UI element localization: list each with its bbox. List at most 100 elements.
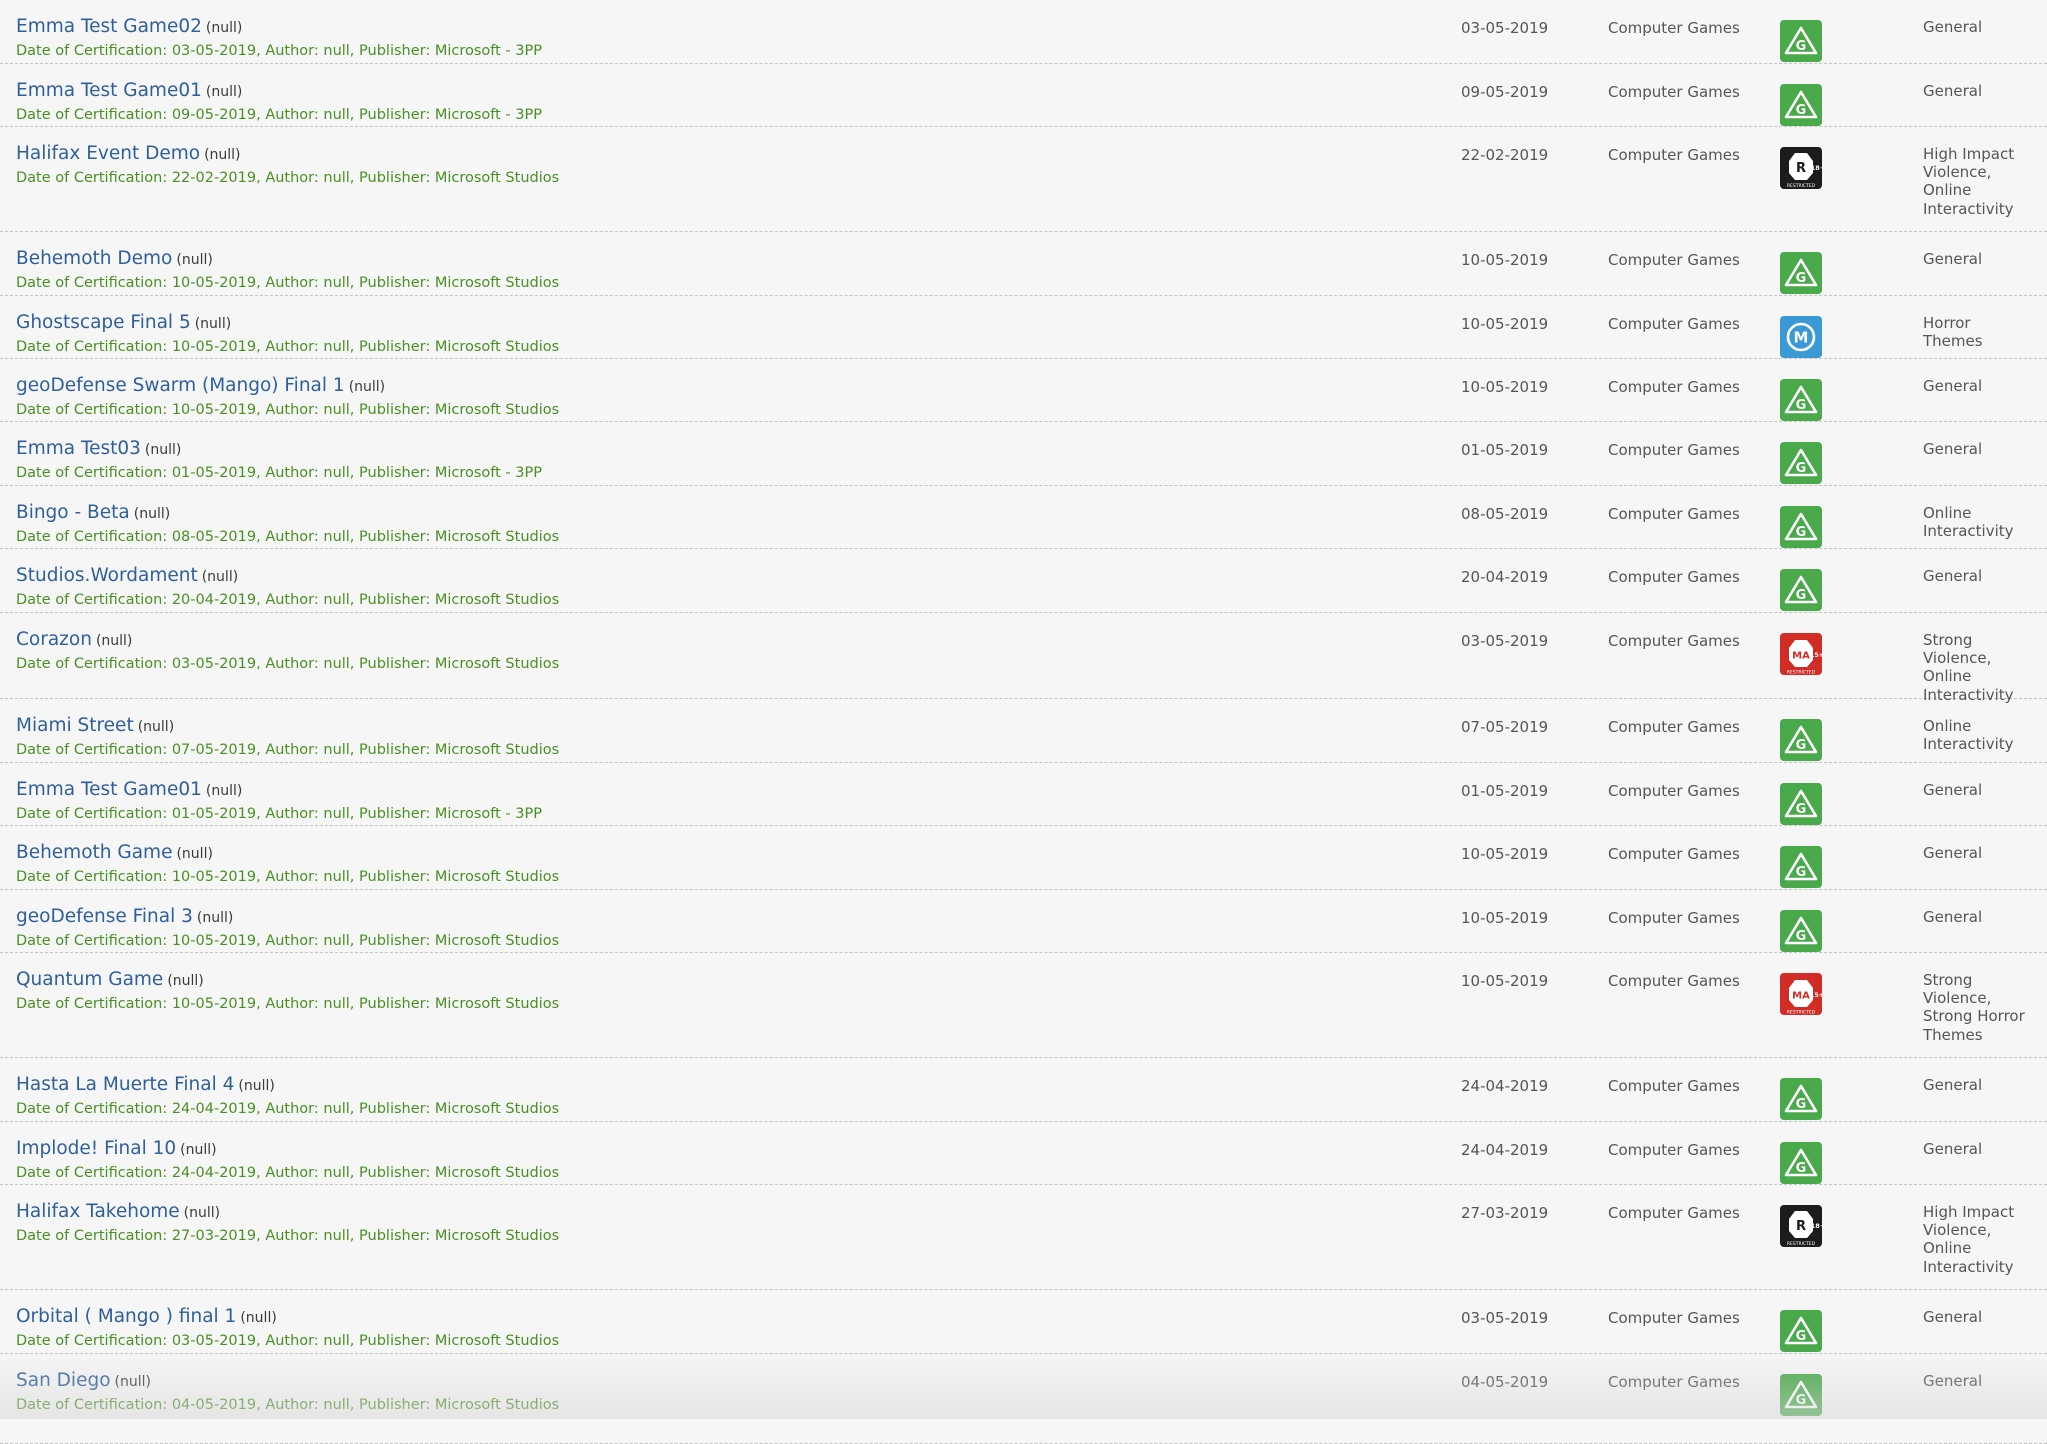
- game-title-link[interactable]: Emma Test Game01: [16, 80, 202, 101]
- certification-date: 10-05-2019: [1461, 250, 1548, 270]
- category: Computer Games: [1608, 567, 1740, 587]
- table-row: Behemoth Game(null)Date of Certification…: [0, 826, 2047, 890]
- svg-text:G: G: [1796, 802, 1807, 817]
- certification-details: Date of Certification: 22-02-2019, Autho…: [16, 168, 559, 188]
- category: Computer Games: [1608, 18, 1740, 38]
- table-row: San Diego(null)Date of Certification: 04…: [0, 1354, 2047, 1444]
- game-title-suffix: (null): [138, 719, 174, 735]
- game-title-link[interactable]: geoDefense Swarm (Mango) Final 1: [16, 375, 345, 396]
- svg-text:G: G: [1796, 738, 1807, 753]
- consumer-advice: General: [1923, 18, 2033, 36]
- certification-date: 27-03-2019: [1461, 1203, 1548, 1223]
- table-row: Corazon(null) Date of Certification: 03-0…: [0, 613, 2047, 699]
- game-title-link[interactable]: Emma Test03: [16, 438, 141, 459]
- category: Computer Games: [1608, 1140, 1740, 1160]
- svg-text:R: R: [1796, 1219, 1806, 1234]
- game-title-link[interactable]: Behemoth Game: [16, 842, 172, 863]
- table-row: Bingo - Beta(null)Date of Certification:…: [0, 486, 2047, 549]
- certification-details: Date of Certification: 24-04-2019, Autho…: [16, 1099, 559, 1119]
- consumer-advice: General: [1923, 1372, 2033, 1390]
- certification-date: 03-05-2019: [1461, 631, 1548, 651]
- game-title-link[interactable]: Behemoth Demo: [16, 248, 172, 269]
- game-title-suffix: (null): [96, 633, 132, 649]
- certification-details: Date of Certification: 03-05-2019, Autho…: [16, 654, 559, 674]
- certification-date: 22-02-2019: [1461, 145, 1548, 165]
- category: Computer Games: [1608, 440, 1740, 460]
- game-title-suffix: (null): [197, 910, 233, 926]
- certification-details: Date of Certification: 07-05-2019, Autho…: [16, 740, 559, 760]
- game-title-link[interactable]: Emma Test Game02: [16, 16, 202, 37]
- table-row: Orbital ( Mango ) final 1(null)Date of C…: [0, 1290, 2047, 1354]
- game-title-link[interactable]: Ghostscape Final 5: [16, 312, 191, 333]
- rating-g-icon: G: [1780, 1142, 1822, 1184]
- game-title-link[interactable]: Orbital ( Mango ) final 1: [16, 1306, 236, 1327]
- game-title-link[interactable]: Implode! Final 10: [16, 1138, 176, 1159]
- game-title-suffix: (null): [176, 846, 212, 862]
- svg-text:G: G: [1796, 398, 1807, 413]
- certification-details: Date of Certification: 20-04-2019, Autho…: [16, 590, 559, 610]
- category: Computer Games: [1608, 1372, 1740, 1392]
- game-title-link[interactable]: geoDefense Final 3: [16, 906, 193, 927]
- svg-text:G: G: [1796, 39, 1807, 54]
- game-title-line: Miami Street(null): [16, 715, 174, 738]
- game-title-line: Halifax Event Demo(null): [16, 143, 241, 166]
- classification-results-list: Emma Test Game02 (null) Date of Certificat…: [0, 0, 2047, 1444]
- game-title-link[interactable]: Miami Street: [16, 715, 134, 736]
- game-title-link[interactable]: Halifax Event Demo: [16, 143, 200, 164]
- game-title-suffix: (null): [204, 147, 240, 163]
- table-row: Studios.Wordament(null)Date of Certifica…: [0, 549, 2047, 613]
- game-title-line: San Diego(null): [16, 1370, 151, 1393]
- game-title-suffix: (null): [206, 783, 242, 799]
- rating-g-icon: G: [1780, 910, 1822, 952]
- game-title-line: Ghostscape Final 5(null): [16, 312, 231, 335]
- certification-details: Date of Certification: 01-05-2019, Autho…: [16, 804, 542, 824]
- category: Computer Games: [1608, 504, 1740, 524]
- game-title-link[interactable]: Emma Test Game01: [16, 779, 202, 800]
- game-title-link[interactable]: Hasta La Muerte Final 4: [16, 1074, 234, 1095]
- consumer-advice: General: [1923, 1076, 2033, 1094]
- svg-text:G: G: [1796, 103, 1807, 118]
- certification-date: 24-04-2019: [1461, 1140, 1548, 1160]
- consumer-advice: General: [1923, 82, 2033, 100]
- rating-g-icon: G: [1780, 783, 1822, 825]
- game-title-suffix: (null): [240, 1310, 276, 1326]
- game-title-line: Orbital ( Mango ) final 1(null): [16, 1306, 277, 1329]
- svg-text:R: R: [1796, 161, 1806, 176]
- rating-r18-icon: R18+RESTRICTED: [1780, 1205, 1822, 1247]
- game-title-suffix: (null): [349, 379, 385, 395]
- certification-details: Date of Certification: 24-04-2019, Autho…: [16, 1163, 559, 1183]
- game-title-link[interactable]: Corazon: [16, 629, 92, 650]
- certification-date: 03-05-2019: [1461, 1308, 1548, 1328]
- svg-text:G: G: [1796, 1097, 1807, 1112]
- consumer-advice: General: [1923, 844, 2033, 862]
- svg-text:G: G: [1796, 1161, 1807, 1176]
- table-row: Miami Street(null)Date of Certification:…: [0, 699, 2047, 763]
- rating-g-icon: G: [1780, 846, 1822, 888]
- table-row: Halifax Takehome(null)Date of Certificat…: [0, 1185, 2047, 1290]
- certification-details: Date of Certification: 27-03-2019, Autho…: [16, 1226, 559, 1246]
- game-title-link[interactable]: Halifax Takehome: [16, 1201, 180, 1222]
- game-title-link[interactable]: Studios.Wordament: [16, 565, 198, 586]
- category: Computer Games: [1608, 1308, 1740, 1328]
- rating-g-icon: G: [1780, 442, 1822, 484]
- svg-text:RESTRICTED: RESTRICTED: [1787, 670, 1816, 676]
- game-title-line: Emma Test Game01(null): [16, 80, 242, 103]
- game-title-link[interactable]: Quantum Game: [16, 969, 163, 990]
- game-title-line: Hasta La Muerte Final 4(null): [16, 1074, 275, 1097]
- certification-details: Date of Certification: 10-05-2019, Autho…: [16, 273, 559, 293]
- table-row: Emma Test Game01(null)Date of Certificat…: [0, 64, 2047, 127]
- rating-g-icon: G: [1780, 1374, 1822, 1416]
- game-title-link[interactable]: Bingo - Beta: [16, 502, 130, 523]
- game-title-suffix: (null): [134, 506, 170, 522]
- rating-ma15-icon: MA15+RESTRICTED: [1780, 633, 1822, 675]
- rating-m-icon: M: [1780, 316, 1822, 358]
- certification-details: Date of Certification: 09-05-2019, Autho…: [16, 105, 542, 125]
- certification-date: 07-05-2019: [1461, 717, 1548, 737]
- game-title-suffix: (null): [145, 442, 181, 458]
- svg-text:15+: 15+: [1810, 652, 1822, 659]
- certification-date: 10-05-2019: [1461, 908, 1548, 928]
- svg-text:RESTRICTED: RESTRICTED: [1787, 1241, 1816, 1247]
- svg-text:18+: 18+: [1811, 164, 1822, 172]
- game-title-link[interactable]: San Diego: [16, 1370, 111, 1391]
- rating-r18-icon: R18+RESTRICTED: [1780, 147, 1822, 189]
